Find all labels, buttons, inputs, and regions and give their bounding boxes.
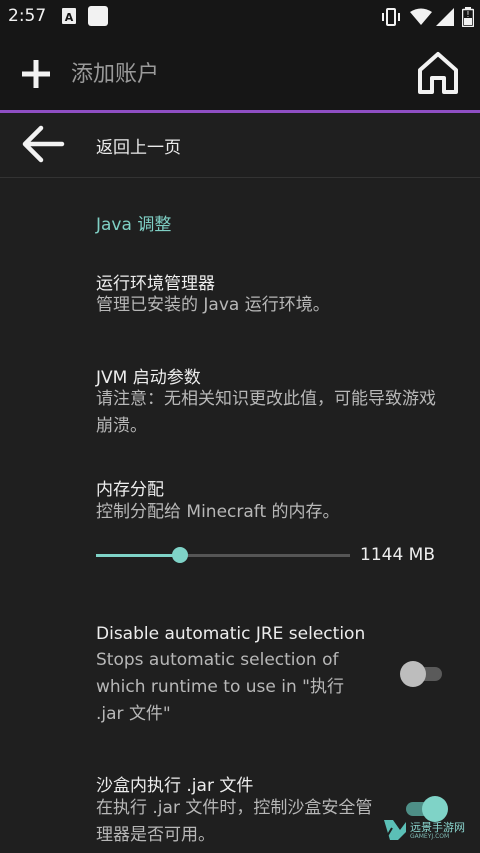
pref-title: JVM 启动参数 — [96, 368, 201, 388]
battery-icon: ! — [461, 7, 475, 31]
watermark: 远景手游网 GAMEYJ.COM — [382, 816, 465, 846]
status-time: 2:57 — [8, 6, 47, 26]
back-row[interactable]: 返回上一页 — [0, 113, 480, 178]
font-a-icon: A — [62, 8, 76, 28]
memory-slider-thumb[interactable] — [171, 547, 188, 563]
wifi-icon — [410, 8, 432, 30]
pref-summary: Stops automatic selection of which runti… — [96, 650, 344, 724]
pref-summary: 请注意：无相关知识更改此值，可能导致游戏崩溃。 — [96, 389, 436, 436]
square-icon — [88, 6, 108, 30]
pref-summary: 控制分配给 Minecraft 的内存。 — [96, 502, 340, 522]
pref-title: Disable automatic JRE selection — [96, 624, 366, 644]
toggle-thumb — [400, 661, 426, 687]
sandbox-toggle[interactable] — [406, 796, 448, 822]
disable-jre-toggle[interactable] — [400, 661, 442, 687]
signal-icon — [436, 8, 454, 30]
arrow-left-icon[interactable] — [20, 121, 66, 171]
pref-title: 沙盒内执行 .jar 文件 — [96, 776, 254, 796]
status-bar: 2:57 A ! — [0, 0, 480, 34]
app-bar-title[interactable]: 添加账户 — [71, 56, 159, 88]
watermark-sub: GAMEYJ.COM — [410, 833, 450, 840]
svg-text:!: ! — [466, 10, 469, 19]
vibrate-icon — [380, 8, 402, 30]
pref-summary: 在执行 .jar 文件时，控制沙盒安全管理器是否可用。 — [96, 798, 373, 845]
memory-slider[interactable] — [96, 547, 350, 563]
svg-text:A: A — [65, 11, 74, 24]
back-label[interactable]: 返回上一页 — [96, 133, 181, 158]
pref-title: 运行环境管理器 — [96, 274, 215, 294]
pref-title: 内存分配 — [96, 480, 164, 500]
app-bar: 添加账户 — [0, 34, 480, 112]
memory-slider-fill — [96, 554, 180, 557]
memory-value: 1144 MB — [360, 545, 435, 565]
section-title: Java 调整 — [96, 215, 172, 235]
plus-icon[interactable] — [20, 58, 52, 94]
watermark-logo-icon — [382, 820, 408, 846]
pref-summary: 管理已安装的 Java 运行环境。 — [96, 295, 330, 315]
settings-content: Java 调整 运行环境管理器 管理已安装的 Java 运行环境。 JVM 启动… — [0, 178, 480, 853]
home-icon[interactable] — [416, 50, 460, 100]
